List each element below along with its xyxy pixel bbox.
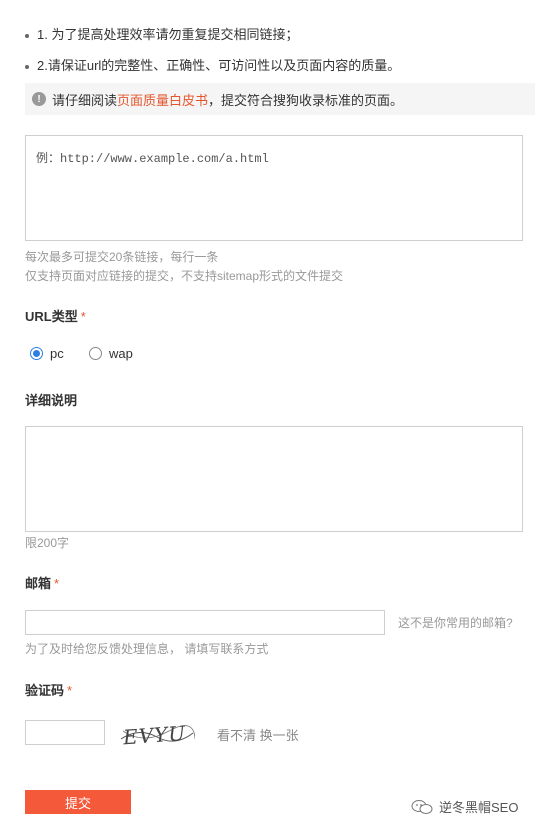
watermark: 逆冬黑帽SEO (411, 797, 518, 816)
radio-wap-label: wap (109, 346, 133, 361)
captcha-label: 验证码 * (25, 683, 73, 698)
captcha-text: EVYU (121, 721, 187, 749)
radio-circle[interactable] (89, 347, 102, 360)
url-placeholder: 例：http://www.example.com/a.html (36, 152, 269, 166)
radio-circle[interactable] (30, 347, 43, 360)
email-field[interactable] (25, 610, 385, 635)
email-hint: 为了及时给您反馈处理信息， 请填写联系方式 (25, 642, 269, 656)
captcha-field[interactable] (25, 720, 105, 745)
captcha-refresh-link[interactable]: 看不清 换一张 (217, 725, 299, 744)
required-mark: * (54, 576, 60, 591)
warning-icon: ! (32, 92, 46, 106)
tip-1: 1. 为了提高处理效率请勿重复提交相同链接； (25, 24, 298, 43)
url-hint-limit: 每次最多可提交20条链接，每行一条 (25, 250, 219, 264)
required-mark: * (80, 309, 86, 324)
radio-pc-label: pc (50, 346, 64, 361)
email-label: 邮箱 * (25, 576, 60, 591)
description-label: 详细说明 (25, 393, 78, 408)
wechat-icon (411, 799, 433, 814)
captcha-image[interactable]: EVYU (119, 717, 195, 751)
bullet-dot (25, 33, 29, 38)
notice-text-after: ，提交符合搜狗收录标准的页面。 (208, 92, 404, 108)
url-hint-sitemap: 仅支持页面对应链接的提交，不支持sitemap形式的文件提交 (25, 269, 344, 283)
radio-wap[interactable]: wap (89, 346, 133, 361)
url-textarea[interactable]: 例：http://www.example.com/a.html (25, 135, 523, 241)
email-alt-link[interactable]: 这不是你常用的邮箱? (398, 614, 513, 631)
tip-2-text: 2.请保证url的完整性、正确性、可访问性以及页面内容的质量。 (37, 58, 401, 73)
bullet-dot (25, 64, 29, 69)
submit-button[interactable]: 提交 (25, 790, 131, 814)
description-textarea[interactable] (25, 426, 523, 532)
notice-text-before: 请仔细阅读 (52, 92, 118, 108)
notice-bar: ! 请仔细阅读 页面质量白皮书 ，提交符合搜狗收录标准的页面。 (25, 83, 535, 115)
tip-1-text: 1. 为了提高处理效率请勿重复提交相同链接； (37, 27, 299, 42)
description-hint: 限200字 (25, 536, 70, 550)
watermark-text: 逆冬黑帽SEO (439, 800, 519, 815)
whitepaper-link[interactable]: 页面质量白皮书 (117, 90, 208, 109)
radio-pc[interactable]: pc (30, 346, 64, 361)
required-mark: * (67, 683, 73, 698)
url-type-label: URL类型 * (25, 309, 86, 324)
tip-2: 2.请保证url的完整性、正确性、可访问性以及页面内容的质量。 (25, 55, 400, 74)
